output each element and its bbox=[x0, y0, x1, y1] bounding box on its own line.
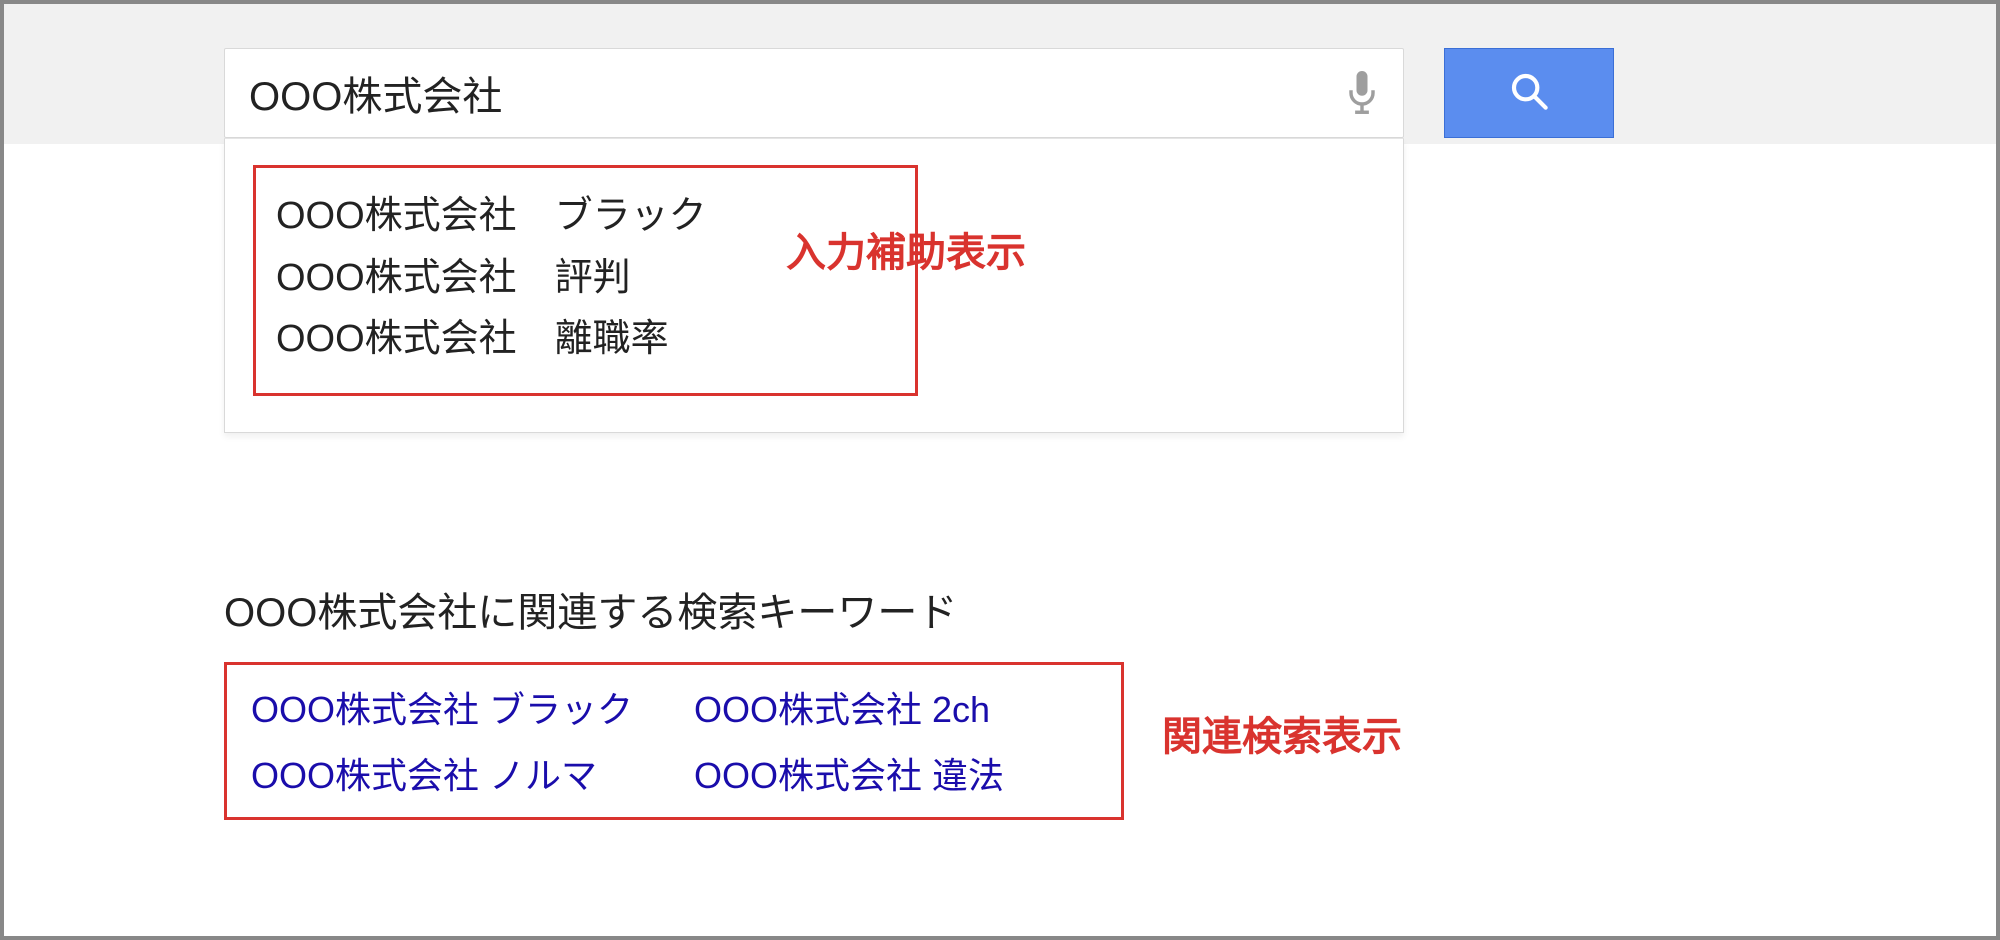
related-searches-highlight-box: OOO株式会社 ブラック OOO株式会社 2ch OOO株式会社 ノルマ OOO… bbox=[224, 662, 1124, 820]
related-searches-grid: OOO株式会社 ブラック OOO株式会社 2ch OOO株式会社 ノルマ OOO… bbox=[251, 681, 1097, 799]
related-search-link[interactable]: OOO株式会社 ブラック bbox=[251, 681, 654, 733]
search-input[interactable] bbox=[249, 71, 1329, 116]
autocomplete-annotation-label: 入力補助表示 bbox=[786, 220, 1026, 278]
search-row bbox=[224, 48, 1624, 138]
autocomplete-panel: OOO株式会社 ブラック OOO株式会社 評判 OOO株式会社 離職率 bbox=[224, 138, 1404, 433]
related-search-link[interactable]: OOO株式会社 2ch bbox=[694, 681, 1097, 733]
autocomplete-item[interactable]: OOO株式会社 離職率 bbox=[276, 309, 895, 371]
related-searches-section: OOO株式会社に関連する検索キーワード OOO株式会社 ブラック OOO株式会社… bbox=[224, 580, 1324, 820]
search-box bbox=[224, 48, 1404, 138]
related-search-link[interactable]: OOO株式会社 ノルマ bbox=[251, 747, 654, 799]
autocomplete-highlight-box: OOO株式会社 ブラック OOO株式会社 評判 OOO株式会社 離職率 bbox=[253, 165, 918, 396]
search-icon bbox=[1509, 71, 1549, 116]
microphone-icon[interactable] bbox=[1345, 71, 1379, 115]
search-button[interactable] bbox=[1444, 48, 1614, 138]
related-searches-annotation-label: 関連検索表示 bbox=[1162, 704, 1402, 762]
related-search-link[interactable]: OOO株式会社 違法 bbox=[694, 747, 1097, 799]
search-area bbox=[224, 48, 1624, 138]
related-searches-heading: OOO株式会社に関連する検索キーワード bbox=[224, 580, 1324, 638]
